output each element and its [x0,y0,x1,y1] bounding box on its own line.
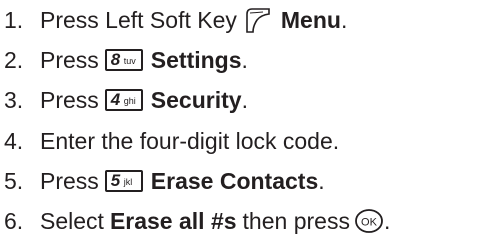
step-5: 5. Press 5 jkl Erase Contacts . [0,161,325,201]
ok-label: OK [361,217,378,229]
step-text: Press [40,167,99,194]
step-text: Press Left Soft Key [40,6,237,33]
step-text: Press [40,46,99,73]
step-period: . [383,207,391,234]
key-digit: 8 [110,50,121,69]
step-action: Menu [280,6,341,33]
keypad-4-icon: 4 ghi [104,89,143,111]
step-2: 2. Press 8 tuv Settings . [0,40,248,80]
keypad-5-icon: 5 jkl [104,170,143,192]
key-letters: jkl [123,177,133,187]
key-digit: 5 [110,171,121,190]
step-number: 5. [4,167,24,194]
step-number: 6. [4,207,24,234]
step-text-continued: then press [242,207,350,234]
step-action: Security [150,86,242,113]
step-6: 6. Select Erase all #s then press OK . [0,201,390,241]
step-number: 4. [4,127,24,154]
step-number: 1. [4,6,24,33]
ok-button-icon: OK [355,209,383,233]
left-softkey-icon [246,8,270,33]
step-number: 3. [4,86,24,113]
key-digit: 4 [110,90,121,109]
step-period: . [241,46,248,73]
step-4: 4. Enter the four-digit lock code. [0,121,339,161]
step-text: Enter the four-digit lock code. [40,127,340,154]
step-1: 1. Press Left Soft Key Menu . [0,0,347,40]
step-text: Press [40,86,99,113]
keypad-8-icon: 8 tuv [104,49,143,71]
step-period: . [340,6,348,33]
step-period: . [318,167,325,194]
key-letters: ghi [123,96,136,106]
step-action: Settings [150,46,242,73]
step-action: Erase all #s [109,207,237,234]
key-letters: tuv [123,56,136,66]
step-number: 2. [4,46,24,73]
step-text: Select [40,207,104,234]
step-period: . [241,86,248,113]
step-3: 3. Press 4 ghi Security . [0,80,248,120]
step-action: Erase Contacts [150,167,319,194]
